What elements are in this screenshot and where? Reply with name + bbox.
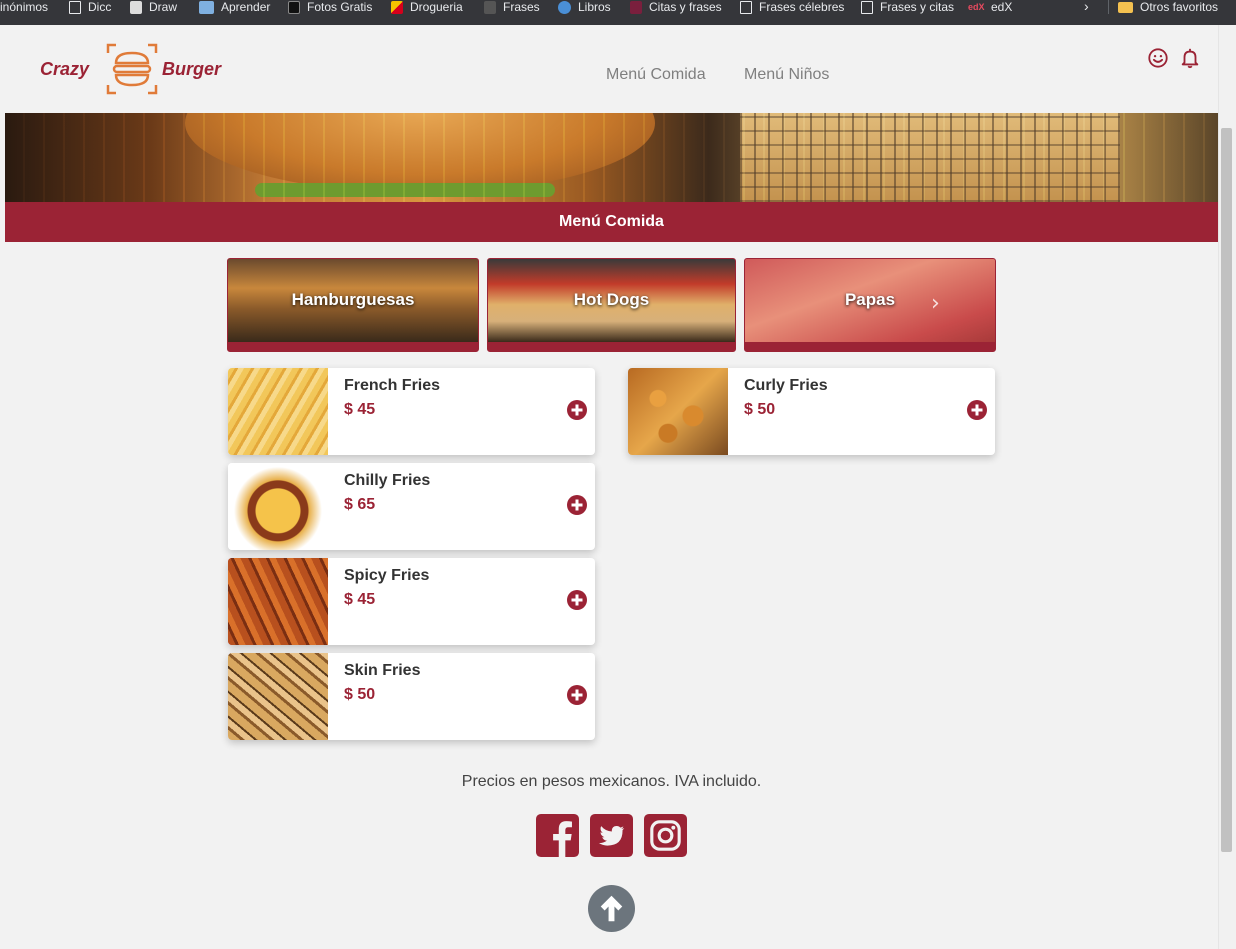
bookmark-frases-y-citas[interactable]: Frases y citas xyxy=(861,0,954,14)
product-name: French Fries xyxy=(344,377,441,394)
twitter-icon[interactable] xyxy=(590,814,633,857)
logo-text-crazy: Crazy xyxy=(40,59,90,79)
add-to-cart-icon[interactable] xyxy=(567,400,587,420)
product-image xyxy=(228,558,328,645)
product-card[interactable]: Spicy Fries $ 45 xyxy=(228,558,595,645)
smile-icon[interactable] xyxy=(1147,47,1169,69)
product-card[interactable]: Skin Fries $ 50 xyxy=(228,653,595,740)
web-page: Crazy Burger Menú Comida Menú Niños Menú… xyxy=(5,25,1218,949)
logo[interactable]: Crazy Burger xyxy=(40,41,240,97)
category-label: Hamburguesas xyxy=(291,290,415,309)
product-image xyxy=(228,368,328,455)
bookmark-aprender[interactable]: Aprender xyxy=(199,0,270,14)
bookmark-edx[interactable]: edX edX xyxy=(968,0,1012,14)
add-to-cart-icon[interactable] xyxy=(967,400,987,420)
edx-icon: edX xyxy=(968,1,985,12)
bookmark-sinonimos[interactable]: Sinónimos xyxy=(0,0,48,14)
page-icon xyxy=(861,0,873,14)
category-label: Papas xyxy=(844,290,896,309)
product-name: Spicy Fries xyxy=(344,567,430,584)
site-header: Crazy Burger Menú Comida Menú Niños xyxy=(5,25,1218,113)
add-to-cart-icon[interactable] xyxy=(567,685,587,705)
product-card[interactable]: French Fries $ 45 xyxy=(228,368,595,455)
book-icon xyxy=(558,0,571,14)
laptop-icon xyxy=(199,0,214,14)
bookmarks-bar: Sinónimos Dicc Draw Aprender Fotos Grati… xyxy=(0,0,1236,25)
draw-icon xyxy=(130,0,142,14)
page-icon xyxy=(69,0,81,14)
product-image xyxy=(228,653,328,740)
drogueria-icon xyxy=(391,0,403,14)
prices-note: Precios en pesos mexicanos. IVA incluido… xyxy=(461,773,762,790)
bookmark-citas-y-frases[interactable]: Citas y frases xyxy=(630,0,722,14)
section-title-band: Menú Comida xyxy=(5,202,1218,242)
burger-logo-icon xyxy=(106,43,158,95)
category-papas[interactable]: Papas › xyxy=(744,258,996,352)
page-icon xyxy=(740,0,752,14)
bookmark-drogueria[interactable]: Drogueria xyxy=(391,0,463,14)
scroll-to-top-icon[interactable] xyxy=(588,885,635,932)
hero-fries-basket xyxy=(740,113,1120,202)
bell-icon[interactable] xyxy=(1179,47,1201,69)
frases-icon xyxy=(484,0,496,14)
product-price: $ 65 xyxy=(344,496,376,513)
category-label: Hot Dogs xyxy=(573,290,650,309)
category-hamburguesas[interactable]: Hamburguesas xyxy=(227,258,479,352)
facebook-icon[interactable] xyxy=(536,814,579,857)
category-hot-dogs[interactable]: Hot Dogs xyxy=(487,258,736,352)
bookmark-libros[interactable]: Libros xyxy=(558,0,611,14)
folder-icon xyxy=(1118,1,1133,13)
bookmark-dicc[interactable]: Dicc xyxy=(69,0,111,14)
nav-menu-comida[interactable]: Menú Comida xyxy=(606,66,706,84)
chevron-right-icon[interactable]: › xyxy=(1084,0,1089,14)
add-to-cart-icon[interactable] xyxy=(567,590,587,610)
product-price: $ 45 xyxy=(344,401,376,418)
product-name: Chilly Fries xyxy=(344,472,431,489)
product-price: $ 50 xyxy=(744,401,776,418)
chevron-right-icon[interactable]: › xyxy=(931,291,940,316)
p-icon xyxy=(630,0,642,14)
product-name: Curly Fries xyxy=(744,377,828,394)
bookmark-frases[interactable]: Frases xyxy=(484,0,540,14)
product-card[interactable]: Curly Fries $ 50 xyxy=(628,368,995,455)
photo-icon xyxy=(288,0,300,14)
product-card[interactable]: Chilly Fries $ 65 xyxy=(228,463,595,550)
product-price: $ 50 xyxy=(344,686,376,703)
hero-banner-image xyxy=(5,113,1218,202)
add-to-cart-icon[interactable] xyxy=(567,495,587,515)
bookmark-frases-celebres[interactable]: Frases célebres xyxy=(740,0,844,14)
product-image xyxy=(628,368,728,455)
bookmark-fotos-gratis[interactable]: Fotos Gratis xyxy=(288,0,372,14)
instagram-icon[interactable] xyxy=(644,814,687,857)
product-price: $ 45 xyxy=(344,591,376,608)
bookmark-otros-favoritos[interactable]: Otros favoritos xyxy=(1118,0,1218,14)
product-name: Skin Fries xyxy=(344,662,421,679)
scrollbar-thumb[interactable] xyxy=(1221,128,1232,852)
hero-lettuce xyxy=(255,183,555,197)
product-image xyxy=(228,463,328,550)
bookmarks-separator xyxy=(1108,0,1109,14)
logo-text-burger: Burger xyxy=(162,59,222,79)
hero-burger-bun xyxy=(185,113,655,193)
nav-menu-ninos[interactable]: Menú Niños xyxy=(744,66,829,84)
bookmark-draw[interactable]: Draw xyxy=(130,0,177,14)
